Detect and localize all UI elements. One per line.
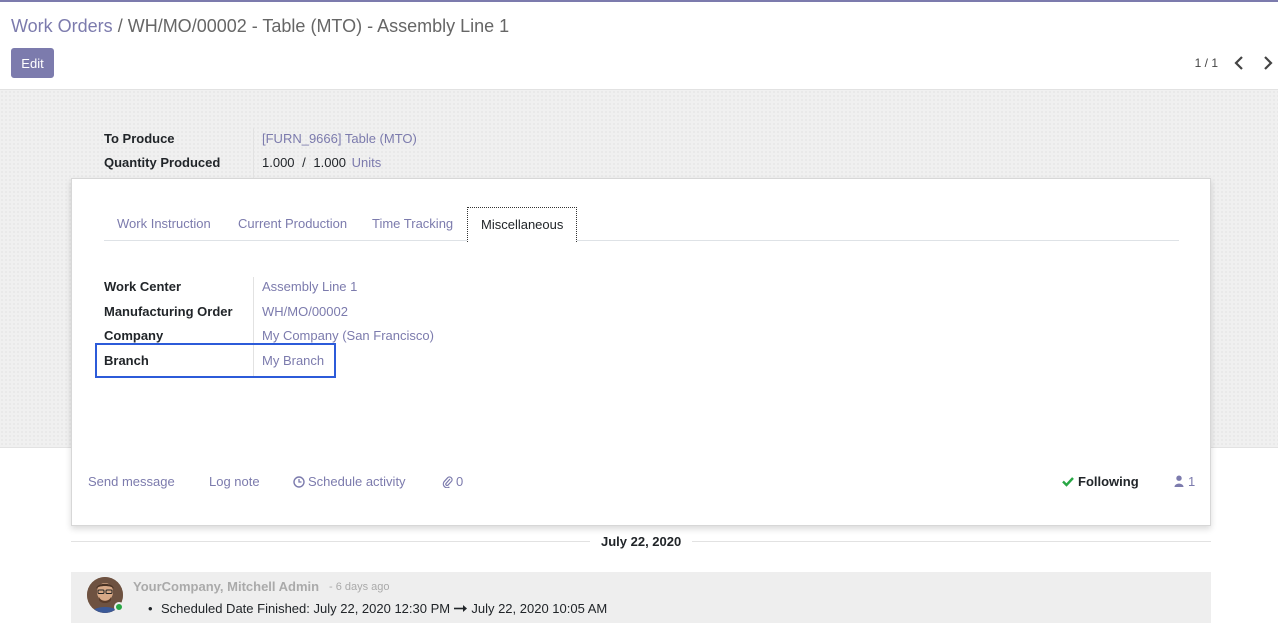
tracked-old-value: July 22, 2020 12:30 PM <box>313 601 451 616</box>
attachments-count: 0 <box>456 474 464 489</box>
tab-time-tracking[interactable]: Time Tracking <box>372 207 453 241</box>
tab-current-production[interactable]: Current Production <box>238 207 347 241</box>
notebook-tabs: Work Instruction Current Production Time… <box>104 207 1179 242</box>
schedule-activity-label: Schedule activity <box>308 474 406 489</box>
date-separator-line-right <box>692 541 1211 542</box>
pager-next-button[interactable] <box>1257 53 1277 73</box>
tracking-value-change: • Scheduled Date Finished: July 22, 2020… <box>148 601 608 616</box>
thread-date-separator: July 22, 2020 <box>71 530 1211 554</box>
breadcrumb: Work Orders / WH/MO/00002 - Table (MTO) - … <box>11 15 509 37</box>
bullet-icon: • <box>148 601 153 616</box>
user-icon <box>1174 475 1184 487</box>
followers-count: 1 <box>1188 474 1196 489</box>
following-button[interactable]: Following <box>1062 474 1139 489</box>
chatter-topbar: Send message Log note Schedule activity … <box>0 460 1278 504</box>
thread-date: July 22, 2020 <box>601 534 682 549</box>
tracked-field-name: Scheduled Date Finished: <box>161 601 310 616</box>
tab-work-instruction[interactable]: Work Instruction <box>117 207 211 241</box>
tracked-new-value: July 22, 2020 10:05 AM <box>471 601 608 616</box>
qty-done: 1.000 <box>262 155 295 170</box>
chevron-right-icon <box>1264 56 1273 70</box>
breadcrumb-separator: / <box>117 16 123 36</box>
control-panel: Work Orders / WH/MO/00002 - Table (MTO) - … <box>0 2 1278 90</box>
message-timestamp: - 6 days ago <box>329 581 390 593</box>
attachments-button[interactable]: 0 <box>442 474 463 489</box>
clock-icon <box>293 476 305 488</box>
online-status-indicator <box>114 602 124 612</box>
following-label: Following <box>1078 474 1139 489</box>
manufacturing-order-link[interactable]: WH/MO/00002 <box>262 304 348 319</box>
manufacturing-order-label: Manufacturing Order <box>104 304 233 319</box>
breadcrumb-work-orders-link[interactable]: Work Orders <box>11 16 113 36</box>
send-message-button[interactable]: Send message <box>88 474 175 489</box>
pager-value: 1 / 1 <box>1194 56 1218 70</box>
check-icon <box>1062 477 1074 487</box>
pager-previous-button[interactable] <box>1230 53 1250 73</box>
to-produce-label: To Produce <box>104 131 175 146</box>
qty-uom-link[interactable]: Units <box>352 155 382 170</box>
company-link[interactable]: My Company (San Francisco) <box>262 328 434 343</box>
chatter-message: YourCompany, Mitchell Admin - 6 days ago… <box>71 572 1211 623</box>
followers-button[interactable]: 1 <box>1174 474 1195 489</box>
message-author[interactable]: YourCompany, Mitchell Admin <box>133 579 319 594</box>
log-note-button[interactable]: Log note <box>209 474 260 489</box>
company-label: Company <box>104 328 164 343</box>
tab-miscellaneous[interactable]: Miscellaneous <box>467 207 578 242</box>
paperclip-icon <box>442 476 453 489</box>
work-center-link[interactable]: Assembly Line 1 <box>262 279 357 294</box>
to-produce-product-link[interactable]: [FURN_9666] Table (MTO) <box>262 131 417 146</box>
branch-highlight-box <box>95 343 336 378</box>
quantity-produced-label: Quantity Produced <box>104 155 221 170</box>
edit-button[interactable]: Edit <box>11 48 54 78</box>
date-separator-line-left <box>71 541 590 542</box>
breadcrumb-current: WH/MO/00002 - Table (MTO) - Assembly Lin… <box>127 16 510 36</box>
schedule-activity-button[interactable]: Schedule activity <box>293 474 406 489</box>
form-background <box>0 90 1278 526</box>
work-center-label: Work Center <box>104 279 182 294</box>
qty-separator: / <box>302 155 306 170</box>
arrow-right-icon <box>453 605 467 612</box>
qty-total: 1.000 <box>313 155 346 170</box>
chevron-left-icon <box>1234 56 1243 70</box>
field-divider <box>253 128 254 178</box>
quantity-produced-value: 1.000 / 1.000 Units <box>262 155 381 170</box>
